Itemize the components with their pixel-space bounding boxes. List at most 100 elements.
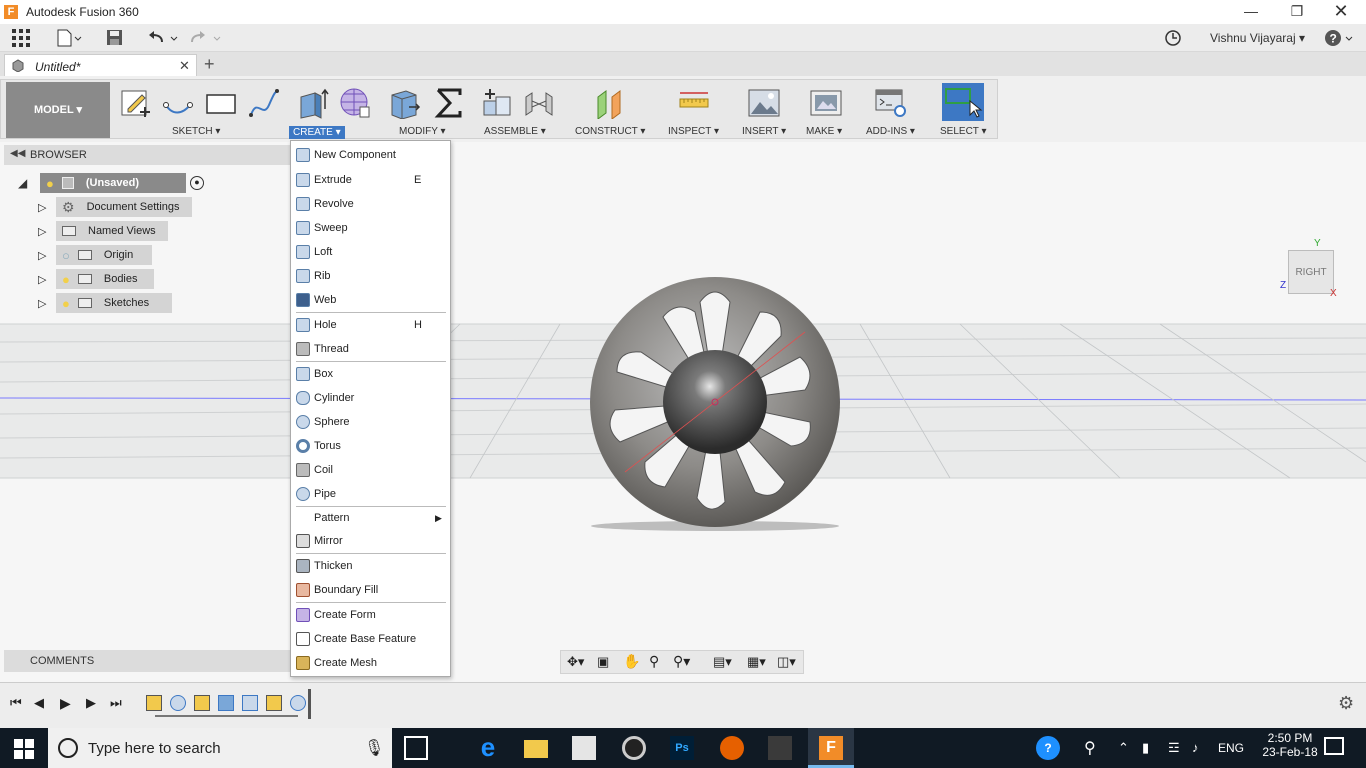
tray-overflow-icon[interactable]: ⌃ <box>1118 740 1129 756</box>
view-cube[interactable]: RIGHT Y X Z <box>1280 238 1354 304</box>
close-tab-icon[interactable]: ✕ <box>179 58 190 74</box>
browser-item-named-views[interactable]: ▷ Named Views <box>38 221 168 241</box>
browser-header[interactable]: ◀◀ BROWSER <box>4 145 290 165</box>
help-tray-icon[interactable]: ? <box>1036 736 1060 760</box>
expand-icon[interactable]: ▷ <box>38 297 56 310</box>
make-3d-print-icon[interactable] <box>810 87 842 119</box>
battery-icon[interactable]: ▮ <box>1142 740 1149 756</box>
job-status-icon[interactable] <box>1164 29 1182 47</box>
lightbulb-icon[interactable]: ● <box>62 272 70 287</box>
menu-item-loft[interactable]: Loft <box>291 241 450 263</box>
lightbulb-icon[interactable]: ● <box>62 296 70 311</box>
workspace-switcher[interactable]: MODEL ▾ <box>6 82 110 138</box>
create-group-label[interactable]: CREATE ▾ <box>289 126 345 139</box>
measure-icon[interactable] <box>678 87 710 119</box>
redo-icon[interactable] <box>190 29 222 47</box>
menu-item-boundary-fill[interactable]: Boundary Fill <box>291 579 450 601</box>
menu-item-mirror[interactable]: Mirror <box>291 530 450 552</box>
menu-item-hole[interactable]: Hole H <box>291 314 450 336</box>
step-back-icon[interactable]: ◀ <box>34 695 44 711</box>
addins-group-label[interactable]: ADD-INS ▾ <box>866 126 915 137</box>
look-at-icon[interactable]: ▣ <box>597 654 609 670</box>
new-tab-icon[interactable]: + <box>204 54 215 75</box>
menu-item-box[interactable]: Box <box>291 363 450 385</box>
collapse-root-icon[interactable]: ◢ <box>18 176 40 190</box>
offset-plane-icon[interactable] <box>594 87 626 119</box>
extrude-icon[interactable] <box>297 87 329 119</box>
user-menu[interactable]: Vishnu Vijayaraj ▾ <box>1210 29 1305 47</box>
document-tab[interactable]: Untitled* ✕ <box>4 54 197 76</box>
orbit-icon[interactable]: ✥▾ <box>567 654 584 670</box>
timeline-extrude-icon[interactable] <box>218 695 234 711</box>
play-icon[interactable]: ▶ <box>60 695 71 712</box>
menu-item-rib[interactable]: Rib <box>291 265 450 287</box>
people-icon[interactable]: ⚲ <box>1084 738 1096 758</box>
menu-item-sphere[interactable]: Sphere <box>291 411 450 433</box>
expand-icon[interactable]: ▷ <box>38 201 56 214</box>
menu-item-thread[interactable]: Thread <box>291 338 450 360</box>
menu-item-torus[interactable]: Torus <box>291 435 450 457</box>
inkscape-icon[interactable] <box>768 736 792 760</box>
construct-group-label[interactable]: CONSTRUCT ▾ <box>575 126 645 137</box>
windows-start-icon[interactable] <box>14 739 34 759</box>
create-form-icon[interactable] <box>338 87 370 119</box>
file-explorer-icon[interactable] <box>524 740 548 758</box>
menu-item-extrude[interactable]: Extrude E <box>291 169 450 191</box>
taskbar-search-box[interactable]: Type here to search 🎙 <box>48 728 392 768</box>
timeline-sketch-icon[interactable] <box>266 695 282 711</box>
edge-browser-icon[interactable]: e <box>476 734 500 760</box>
step-forward-icon[interactable]: ▶ <box>86 695 96 711</box>
menu-item-create-base-feature[interactable]: Create Base Feature <box>291 628 450 650</box>
wifi-icon[interactable]: ☲ <box>1168 740 1180 756</box>
activate-component-icon[interactable]: ● <box>190 176 204 190</box>
view-cube-face[interactable]: RIGHT <box>1288 250 1334 294</box>
browser-root[interactable]: ◢ ● (Unsaved) ● <box>18 173 204 193</box>
fusion-taskbar-button[interactable]: F <box>808 728 854 768</box>
photoshop-icon[interactable]: Ps <box>670 736 694 760</box>
canvas-viewport[interactable]: RIGHT Y X Z <box>0 142 1366 682</box>
menu-item-thicken[interactable]: Thicken <box>291 555 450 577</box>
store-icon[interactable] <box>572 736 596 760</box>
menu-item-web[interactable]: Web <box>291 289 450 311</box>
assemble-group-label[interactable]: ASSEMBLE ▾ <box>484 126 546 137</box>
browser-item-sketches[interactable]: ▷ ● Sketches <box>38 293 172 313</box>
rectangle-tool-icon[interactable] <box>205 87 237 119</box>
menu-item-pipe[interactable]: Pipe <box>291 483 450 505</box>
clock[interactable]: 2:50 PM 23-Feb-18 <box>1262 731 1318 759</box>
task-view-icon[interactable] <box>404 736 428 760</box>
timeline-sketch-icon[interactable] <box>146 695 162 711</box>
sketch-group-label[interactable]: SKETCH ▾ <box>172 126 220 137</box>
lightbulb-off-icon[interactable]: ○ <box>62 248 70 263</box>
timeline-sketch-icon[interactable] <box>194 695 210 711</box>
media-player-icon[interactable] <box>622 736 646 760</box>
browser-item-bodies[interactable]: ▷ ● Bodies <box>38 269 154 289</box>
browser-item-origin[interactable]: ▷ ○ Origin <box>38 245 152 265</box>
expand-icon[interactable]: ▷ <box>38 225 56 238</box>
minimize-button[interactable]: — <box>1228 0 1274 24</box>
timeline-sphere-icon[interactable] <box>170 695 186 711</box>
display-settings-icon[interactable]: ▤▾ <box>713 654 732 670</box>
timeline-pattern-icon[interactable] <box>242 695 258 711</box>
line-tool-icon[interactable] <box>162 87 194 119</box>
help-icon[interactable]: ? <box>1324 29 1354 47</box>
collapse-browser-icon[interactable]: ◀◀ <box>10 148 25 159</box>
spline-tool-icon[interactable] <box>248 87 280 119</box>
menu-item-coil[interactable]: Coil <box>291 459 450 481</box>
menu-item-revolve[interactable]: Revolve <box>291 193 450 215</box>
expand-icon[interactable]: ▷ <box>38 273 56 286</box>
scripts-addins-icon[interactable] <box>875 87 907 119</box>
menu-item-sweep[interactable]: Sweep <box>291 217 450 239</box>
make-group-label[interactable]: MAKE ▾ <box>806 126 842 137</box>
fit-icon[interactable]: ⚲▾ <box>673 653 690 670</box>
select-tool-button[interactable] <box>942 83 984 121</box>
menu-item-create-form[interactable]: Create Form <box>291 604 450 626</box>
save-icon[interactable] <box>106 29 124 47</box>
file-menu-icon[interactable] <box>56 29 82 47</box>
pan-hand-icon[interactable]: ✋ <box>623 653 640 670</box>
firefox-icon[interactable] <box>720 736 744 760</box>
modify-group-label[interactable]: MODIFY ▾ <box>399 126 446 137</box>
zoom-icon[interactable]: ⚲ <box>649 653 659 670</box>
menu-item-create-mesh[interactable]: Create Mesh <box>291 652 450 674</box>
action-center-icon[interactable] <box>1324 737 1344 755</box>
restore-button[interactable]: ❐ <box>1274 0 1320 24</box>
